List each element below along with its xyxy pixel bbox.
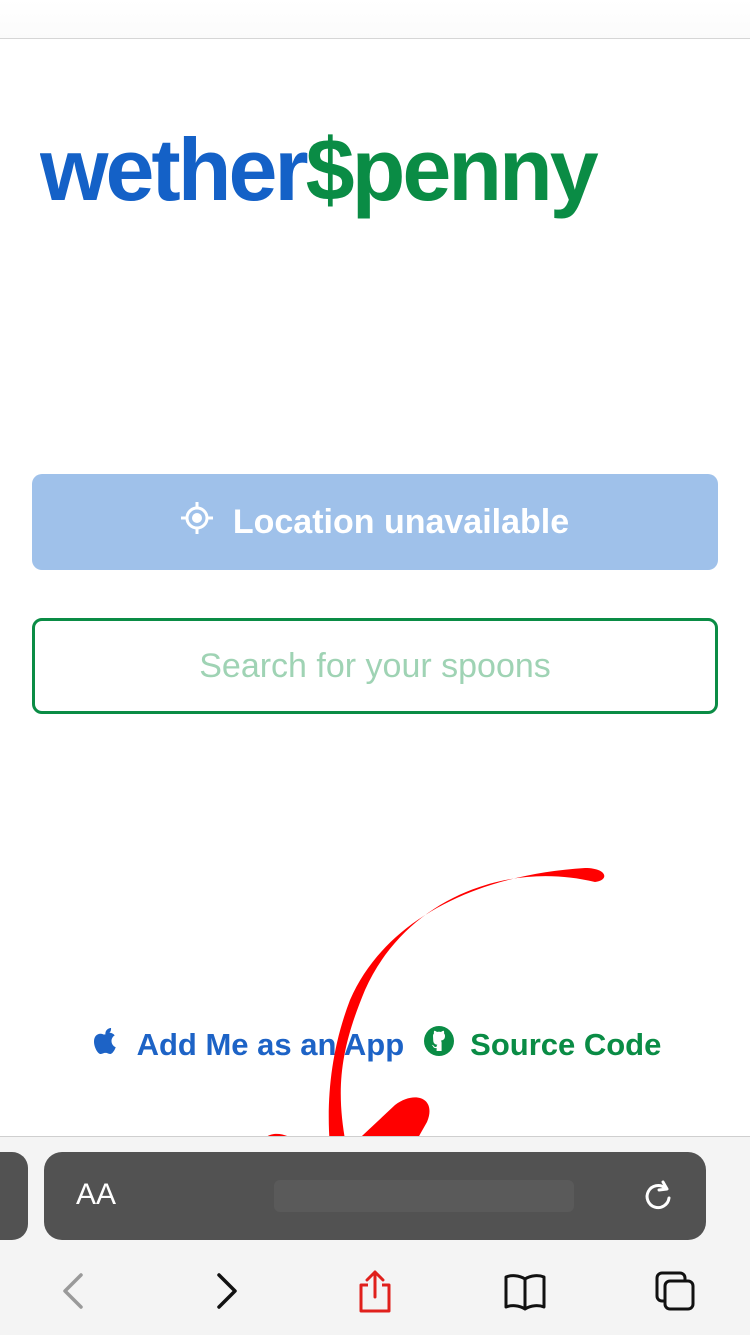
search-field[interactable] bbox=[32, 618, 718, 714]
forward-button[interactable] bbox=[195, 1261, 255, 1321]
tabs-button[interactable] bbox=[645, 1261, 705, 1321]
address-bar[interactable]: AA bbox=[44, 1152, 706, 1240]
url-display[interactable] bbox=[274, 1180, 574, 1212]
source-code-label: Source Code bbox=[470, 1027, 662, 1062]
logo-part2: penny bbox=[352, 120, 599, 219]
previous-tab-peek[interactable] bbox=[0, 1152, 28, 1240]
forward-icon bbox=[217, 1273, 237, 1309]
back-icon bbox=[63, 1273, 83, 1309]
logo-part1: wether bbox=[40, 120, 307, 219]
add-app-label: Add Me as an App bbox=[136, 1027, 405, 1062]
source-code-link[interactable]: Source Code bbox=[422, 1024, 661, 1066]
back-button[interactable] bbox=[45, 1261, 105, 1321]
top-divider bbox=[0, 38, 750, 39]
footer-links: Add Me as an App Source Code bbox=[0, 1020, 750, 1070]
svg-text:wether$penny: wether$penny bbox=[40, 120, 599, 219]
github-icon bbox=[422, 1024, 456, 1066]
bookmarks-icon bbox=[504, 1274, 546, 1311]
logo-dollar: $ bbox=[306, 120, 354, 219]
add-app-link[interactable]: Add Me as an App bbox=[89, 1024, 405, 1066]
status-area bbox=[0, 0, 750, 38]
text-size-button[interactable]: AA bbox=[76, 1178, 116, 1212]
browser-toolbar bbox=[0, 1256, 750, 1326]
location-crosshair-icon bbox=[180, 501, 213, 543]
location-label: Location unavailable bbox=[232, 502, 570, 541]
location-button[interactable]: Location unavailable bbox=[32, 474, 718, 570]
search-input[interactable] bbox=[35, 645, 715, 687]
apple-icon bbox=[89, 1024, 123, 1066]
logo: wether$penny bbox=[40, 120, 602, 219]
reload-icon[interactable] bbox=[638, 1176, 678, 1216]
tabs-icon bbox=[655, 1271, 695, 1311]
share-button[interactable] bbox=[345, 1261, 405, 1321]
bookmarks-button[interactable] bbox=[495, 1261, 555, 1321]
share-icon bbox=[359, 1270, 391, 1313]
